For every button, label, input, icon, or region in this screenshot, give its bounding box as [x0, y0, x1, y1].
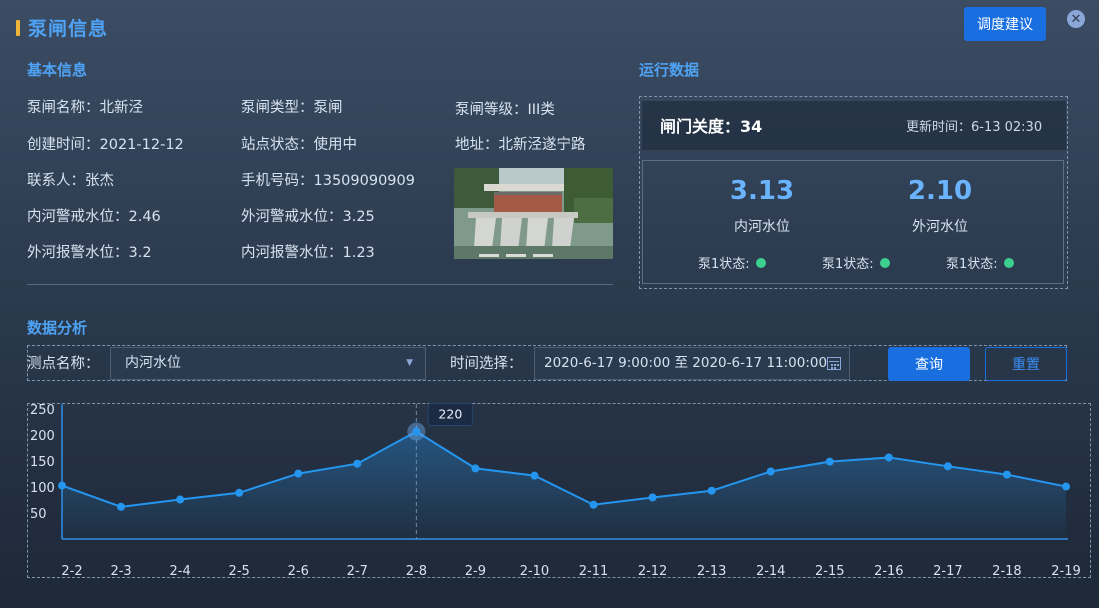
- data-point: [707, 486, 716, 495]
- x-tick-label: 2-16: [874, 564, 904, 579]
- x-tick-label: 2-17: [933, 564, 963, 579]
- y-tick-label: 200: [30, 429, 55, 444]
- x-tick-label: 2-10: [520, 564, 550, 579]
- data-point: [943, 462, 952, 471]
- x-tick-label: 2-4: [170, 564, 191, 579]
- x-tick-label: 2-11: [579, 564, 609, 579]
- data-point: [294, 469, 303, 478]
- data-point: [117, 502, 126, 511]
- water-level-line-chart: 50 100 150 200 250 2-2 2-3 2-4 2-5 2-6 2-7 2-8 2-9 2-…: [30, 403, 1081, 579]
- y-tick-label: 100: [30, 481, 55, 496]
- x-tick-label: 2-2: [61, 564, 82, 579]
- x-tick-label: 2-8: [406, 564, 427, 579]
- data-point: [589, 500, 598, 509]
- x-tick-label: 2-13: [697, 564, 727, 579]
- data-point: [235, 488, 244, 497]
- x-tick-label: 2-18: [992, 564, 1022, 579]
- tooltip-value: 220: [438, 407, 462, 422]
- x-tick-label: 2-14: [756, 564, 786, 579]
- x-tick-label: 2-5: [229, 564, 250, 579]
- x-tick-label: 2-19: [1051, 564, 1081, 579]
- data-point: [1002, 470, 1011, 479]
- data-point: [766, 467, 775, 476]
- data-point: [530, 471, 539, 480]
- y-tick-label: 250: [30, 403, 55, 418]
- series-area: [62, 431, 1066, 539]
- y-tick-label: 50: [30, 507, 47, 522]
- data-point: [471, 464, 480, 473]
- x-tick-label: 2-9: [465, 564, 486, 579]
- data-point: [1062, 482, 1070, 491]
- data-point: [412, 427, 421, 436]
- data-point: [353, 459, 362, 468]
- x-tick-label: 2-6: [288, 564, 309, 579]
- x-tick-label: 2-7: [347, 564, 368, 579]
- pump-gate-info-panel: 泵闸信息 调度建议 ✕ 基本信息 泵闸名称：北新泾 泵闸类型：泵闸 泵闸等级：I…: [0, 0, 1099, 608]
- y-tick-label: 150: [30, 455, 55, 470]
- x-tick-label: 2-15: [815, 564, 845, 579]
- x-tick-label: 2-12: [638, 564, 668, 579]
- data-point: [884, 453, 893, 462]
- data-point: [825, 457, 834, 466]
- data-point: [648, 493, 657, 502]
- data-point: [176, 495, 185, 504]
- data-point: [58, 481, 66, 490]
- x-tick-label: 2-3: [110, 564, 131, 579]
